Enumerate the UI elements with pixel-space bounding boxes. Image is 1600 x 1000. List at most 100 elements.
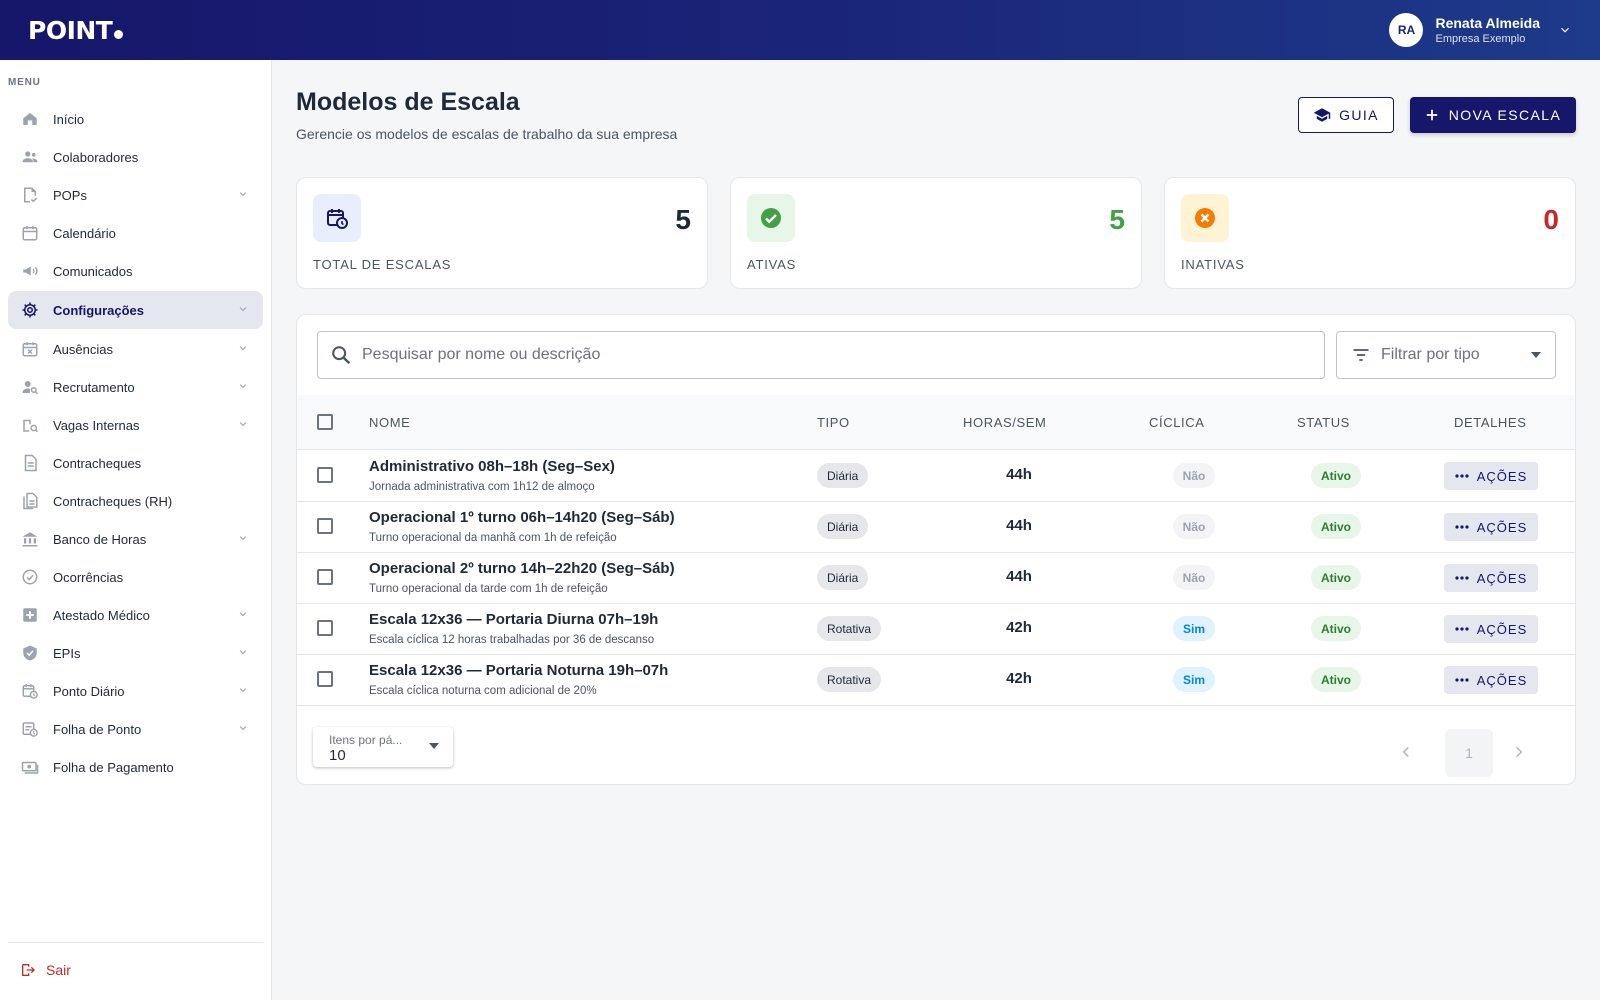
table-row[interactable]: Escala 12x36 — Portaria Noturna 19h–07h E…	[297, 654, 1575, 706]
sidebar-item-folha-de-ponto[interactable]: Folha de Ponto	[8, 710, 263, 748]
column-type[interactable]: TIPO	[817, 415, 850, 430]
actions-button[interactable]: AÇÕES	[1444, 666, 1538, 694]
sidebar-item-label: Ocorrências	[53, 569, 124, 585]
money-icon	[20, 757, 40, 777]
actions-button[interactable]: AÇÕES	[1444, 462, 1538, 490]
document-icon	[20, 453, 40, 473]
status-badge: Ativo	[1311, 514, 1361, 539]
column-cyclic[interactable]: CÍCLICA	[1149, 415, 1205, 430]
gear-icon	[20, 300, 40, 320]
sidebar-item-inicio[interactable]: Início	[8, 100, 263, 138]
cyclic-chip: Não	[1173, 463, 1215, 488]
table-row[interactable]: Operacional 1º turno 06h–14h20 (Seg–Sáb)…	[297, 501, 1575, 553]
sidebar-item-colaboradores[interactable]: Colaboradores	[8, 138, 263, 176]
check-circle-icon	[20, 567, 40, 587]
actions-button[interactable]: AÇÕES	[1444, 513, 1538, 541]
column-name[interactable]: NOME	[369, 415, 410, 430]
filter-icon	[1353, 349, 1369, 361]
column-details: DETALHES	[1454, 415, 1527, 430]
sidebar-item-epis[interactable]: EPIs	[8, 634, 263, 672]
sidebar-item-label: Comunicados	[53, 263, 133, 279]
table-header: NOME TIPO HORAS/SEM CÍCLICA STATUS DETAL…	[297, 395, 1575, 450]
pagination-page-current[interactable]: 1	[1445, 729, 1493, 777]
table-row[interactable]: Operacional 2º turno 14h–22h20 (Seg–Sáb)…	[297, 552, 1575, 604]
sidebar-item-contracheques-rh[interactable]: Contracheques (RH)	[8, 482, 263, 520]
type-filter-select[interactable]: Filtrar por tipo	[1336, 331, 1556, 379]
sidebar-item-configuracoes[interactable]: Configurações	[8, 291, 263, 329]
sidebar-item-comunicados[interactable]: Comunicados	[8, 252, 263, 290]
sidebar-item-atestado-medico[interactable]: Atestado Médico	[8, 596, 263, 634]
actions-label: AÇÕES	[1476, 570, 1528, 586]
stat-value: 5	[675, 204, 691, 235]
sidebar-item-pops[interactable]: POPs	[8, 176, 263, 214]
more-horizontal-icon	[1455, 474, 1469, 478]
guide-button[interactable]: GUIA	[1298, 97, 1394, 133]
sidebar-item-label: EPIs	[53, 645, 81, 661]
app-logo[interactable]: POINT	[28, 16, 124, 45]
more-horizontal-icon	[1455, 678, 1469, 682]
chevron-left-icon[interactable]	[1397, 743, 1415, 761]
sidebar-item-vagas-internas[interactable]: Vagas Internas	[8, 406, 263, 444]
status-badge: Ativo	[1311, 667, 1361, 692]
plus-icon	[1426, 109, 1438, 121]
schedule-name: Escala 12x36 — Portaria Noturna 19h–07h	[369, 662, 669, 679]
sidebar-item-label: Folha de Pagamento	[53, 759, 174, 775]
sidebar-item-banco-de-horas[interactable]: Banco de Horas	[8, 520, 263, 558]
sidebar-item-ausencias[interactable]: Ausências	[8, 330, 263, 368]
row-checkbox[interactable]	[317, 569, 333, 585]
chevron-right-icon[interactable]	[1510, 743, 1528, 761]
select-all-checkbox[interactable]	[317, 414, 333, 430]
row-checkbox[interactable]	[317, 467, 333, 483]
table-row[interactable]: Escala 12x36 — Portaria Diurna 07h–19h Es…	[297, 603, 1575, 655]
status-badge: Ativo	[1311, 616, 1361, 641]
chevron-down-icon	[239, 422, 247, 427]
row-checkbox[interactable]	[317, 671, 333, 687]
search-placeholder: Pesquisar por nome ou descrição	[362, 346, 601, 363]
page-title: Modelos de Escala	[296, 88, 520, 116]
calendar-x-icon	[20, 339, 40, 359]
sidebar-item-label: Configurações	[53, 302, 145, 318]
chevron-down-icon[interactable]	[1558, 23, 1572, 37]
actions-button[interactable]: AÇÕES	[1444, 564, 1538, 592]
sidebar-item-calendario[interactable]: Calendário	[8, 214, 263, 252]
chevron-down-icon	[239, 384, 247, 389]
stat-value: 5	[1109, 204, 1125, 235]
filter-placeholder: Filtrar por tipo	[1381, 346, 1480, 363]
chevron-down-icon	[239, 192, 247, 197]
row-checkbox[interactable]	[317, 620, 333, 636]
sidebar-item-contracheques[interactable]: Contracheques	[8, 444, 263, 482]
sidebar-item-folha-de-pagamento[interactable]: Folha de Pagamento	[8, 748, 263, 786]
table-row[interactable]: Administrativo 08h–18h (Seg–Sex) Jornada …	[297, 450, 1575, 502]
guide-label: GUIA	[1339, 107, 1379, 123]
stat-card-inactive: 0 INATIVAS	[1164, 177, 1576, 289]
search-input[interactable]: Pesquisar por nome ou descrição	[317, 331, 1325, 379]
status-badge: Ativo	[1311, 463, 1361, 488]
column-status[interactable]: STATUS	[1297, 415, 1350, 430]
stat-label: INATIVAS	[1181, 257, 1245, 272]
sidebar-item-ocorrencias[interactable]: Ocorrências	[8, 558, 263, 596]
schedule-description: Escala cíclica 12 horas trabalhadas por …	[369, 634, 655, 646]
top-bar: POINT RA Renata Almeida Empresa Exemplo	[0, 0, 1600, 60]
user-menu[interactable]: RA Renata Almeida Empresa Exemplo	[1389, 13, 1572, 47]
row-checkbox[interactable]	[317, 518, 333, 534]
sidebar-item-label: Recrutamento	[53, 379, 135, 395]
status-badge: Ativo	[1311, 565, 1361, 590]
chevron-down-icon	[239, 650, 247, 655]
schedule-description: Escala cíclica noturna com adicional de …	[369, 685, 597, 697]
column-hours[interactable]: HORAS/SEM	[963, 415, 1046, 430]
chevron-down-icon	[239, 688, 247, 693]
actions-button[interactable]: AÇÕES	[1444, 615, 1538, 643]
sidebar-item-recrutamento[interactable]: Recrutamento	[8, 368, 263, 406]
items-per-page-select[interactable]: Itens por pá... 10	[313, 727, 453, 767]
logout-button[interactable]: Sair	[20, 962, 71, 978]
type-chip: Diária	[817, 565, 869, 590]
page-subtitle: Gerencie os modelos de escalas de trabal…	[296, 126, 678, 142]
stat-card-active: 5 ATIVAS	[730, 177, 1142, 289]
sheet-clock-icon	[20, 719, 40, 739]
sidebar-item-ponto-diario[interactable]: Ponto Diário	[8, 672, 263, 710]
sidebar-item-label: Contracheques (RH)	[53, 493, 173, 509]
documents-icon	[20, 491, 40, 511]
people-icon	[20, 147, 40, 167]
new-schedule-button[interactable]: NOVA ESCALA	[1410, 97, 1576, 133]
type-chip: Rotativa	[817, 616, 882, 641]
